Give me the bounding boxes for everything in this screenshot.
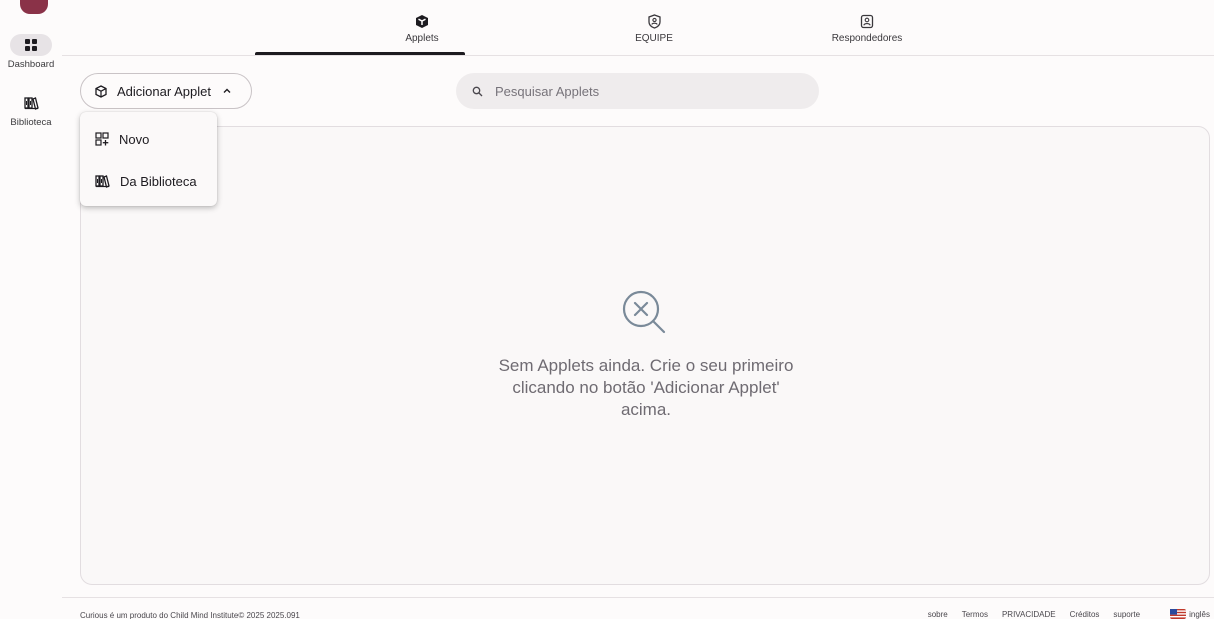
credit-suffix: 2025 2025.091 bbox=[246, 611, 300, 619]
search-icon bbox=[472, 86, 483, 97]
footer-credit: Curious é um produto do Child Mind Insti… bbox=[80, 611, 300, 619]
tab-label: EQUIPE bbox=[635, 33, 673, 44]
library-icon bbox=[10, 92, 52, 114]
empty-state: Sem Applets ainda. Crie o seu primeiro c… bbox=[81, 287, 1211, 421]
dashboard-grid-icon bbox=[10, 34, 52, 56]
tab-respondents[interactable]: Respondedores bbox=[762, 14, 972, 44]
language-selector[interactable]: inglês bbox=[1156, 609, 1210, 619]
add-applet-label: Adicionar Applet bbox=[117, 83, 211, 99]
tab-applets[interactable]: Applets bbox=[317, 14, 527, 44]
tab-label: Respondedores bbox=[831, 33, 903, 44]
footer-links: sobre Termos PRIVACIDADE Créditos suport… bbox=[914, 609, 1210, 619]
footer-link-credits[interactable]: Créditos bbox=[1070, 610, 1100, 619]
cube-icon bbox=[317, 14, 527, 30]
add-applet-button[interactable]: Adicionar Applet bbox=[80, 73, 252, 109]
menu-item-label: Da Biblioteca bbox=[120, 173, 197, 189]
sidebar: Dashboard Biblioteca bbox=[0, 0, 62, 619]
menu-item-label: Novo bbox=[119, 131, 150, 147]
tab-team[interactable]: EQUIPE bbox=[549, 14, 759, 44]
search-bar bbox=[456, 73, 819, 109]
empty-state-message: Sem Applets ainda. Crie o seu primeiro c… bbox=[498, 356, 794, 419]
footer-link-terms[interactable]: Termos bbox=[962, 610, 988, 619]
sidebar-item-label: Biblioteca bbox=[10, 117, 52, 128]
search-off-icon bbox=[81, 287, 1211, 341]
credit-prefix: Curious é um produto do bbox=[80, 611, 169, 619]
sidebar-item-label: Dashboard bbox=[7, 59, 55, 70]
us-flag-icon bbox=[1170, 609, 1187, 619]
shield-person-icon bbox=[549, 14, 759, 30]
footer-link-privacy[interactable]: PRIVACIDADE bbox=[1002, 610, 1056, 619]
chevron-up-icon bbox=[223, 88, 231, 94]
language-label: inglês bbox=[1189, 609, 1210, 619]
search-input[interactable] bbox=[495, 83, 795, 99]
cube-outline-icon bbox=[95, 84, 107, 98]
add-applet-menu: Novo Da Biblioteca bbox=[80, 112, 217, 206]
new-grid-icon bbox=[95, 132, 109, 146]
menu-item-new[interactable]: Novo bbox=[80, 118, 217, 160]
active-tab-indicator bbox=[255, 52, 465, 55]
tab-label: Applets bbox=[405, 33, 439, 44]
footer: Curious é um produto do Child Mind Insti… bbox=[62, 597, 1214, 619]
footer-link-support[interactable]: suporte bbox=[1113, 610, 1140, 619]
applets-list-area: Sem Applets ainda. Crie o seu primeiro c… bbox=[80, 126, 1210, 585]
app-root: Dashboard Biblioteca Applets EQUIPE Resp… bbox=[0, 0, 1214, 619]
app-logo[interactable] bbox=[20, 0, 48, 14]
sidebar-item-dashboard[interactable]: Dashboard bbox=[0, 34, 62, 70]
library-icon bbox=[95, 174, 110, 188]
footer-link-about[interactable]: sobre bbox=[928, 610, 948, 619]
sidebar-item-library[interactable]: Biblioteca bbox=[0, 92, 62, 128]
top-tabs: Applets EQUIPE Respondedores bbox=[62, 0, 1214, 56]
person-badge-icon bbox=[762, 14, 972, 30]
menu-item-from-library[interactable]: Da Biblioteca bbox=[80, 160, 217, 202]
child-mind-institute-link[interactable]: Child Mind Institute© bbox=[170, 611, 244, 619]
